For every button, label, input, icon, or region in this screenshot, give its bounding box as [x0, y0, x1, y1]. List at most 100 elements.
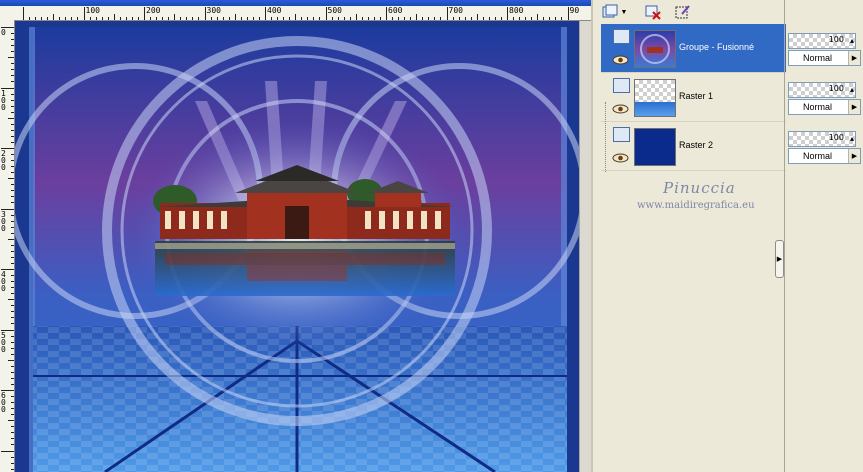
canvas-window: 100 200 300 400 500 600 700 800 90 0 1 0 0 2 0 0 3 … [0, 0, 591, 472]
ruler-tick [11, 123, 14, 125]
ruler-tick [11, 184, 14, 186]
slider-arrow-icon[interactable]: ▴ [850, 134, 854, 143]
opacity-value: 100 [828, 35, 844, 44]
ruler-label: 6 0 0 [1, 391, 6, 414]
layer-toggle-icon[interactable] [613, 29, 630, 44]
ruler-label: 800 [509, 6, 524, 15]
blend-mode-select[interactable]: Normal ▶ [788, 50, 861, 66]
ruler-tick [11, 408, 14, 410]
ruler-tick [162, 17, 164, 20]
layer-row-raster-1[interactable]: Raster 1 [601, 73, 786, 122]
layer-row-raster-2[interactable]: Raster 2 [601, 122, 786, 171]
ruler-tick [11, 214, 14, 216]
opacity-slider[interactable]: 100 ▴ [788, 82, 856, 98]
ruler-tick [11, 250, 14, 252]
delete-layer-icon[interactable] [643, 2, 663, 22]
ruler-tick [11, 63, 14, 65]
ruler-tick [482, 17, 484, 20]
ruler-tick [525, 17, 527, 20]
ruler-tick [222, 17, 224, 20]
ruler-tick [11, 75, 14, 77]
ruler-tick [307, 17, 309, 20]
ruler-tick [458, 17, 460, 20]
chevron-down-icon[interactable]: ▼ [619, 2, 629, 22]
ruler-tick [83, 7, 85, 20]
blend-mode-value: Normal [803, 102, 833, 112]
palette-splitter-handle[interactable]: ▶ [775, 240, 784, 278]
ruler-tick [11, 426, 14, 428]
opacity-slider[interactable]: 100 ▴ [788, 131, 856, 147]
horizontal-ruler: 100 200 300 400 500 600 700 800 90 [0, 6, 591, 21]
ruler-tick [11, 414, 14, 416]
ruler-tick [11, 305, 14, 307]
chevron-right-icon[interactable]: ▶ [848, 149, 860, 163]
layers-palette: ▼ Groupe - Fusionné Raster 1 Raster 2 Pi… [591, 0, 863, 472]
ruler-tick [216, 17, 218, 20]
chevron-right-icon[interactable]: ▶ [848, 100, 860, 114]
eye-icon[interactable] [612, 153, 629, 163]
eye-icon[interactable] [612, 55, 629, 65]
ruler-tick [271, 17, 273, 20]
vertical-scrollbar[interactable] [579, 21, 591, 472]
ruler-tick [507, 7, 508, 20]
eye-icon[interactable] [612, 104, 629, 114]
layer-row-groupe[interactable]: Groupe - Fusionné [601, 24, 786, 73]
ruler-tick [11, 317, 14, 319]
ruler-tick [11, 160, 14, 162]
ruler-label: 90 [569, 6, 580, 15]
ruler-tick [470, 17, 472, 20]
ruler-tick [246, 17, 248, 20]
layer-toggle-icon[interactable] [613, 127, 630, 142]
ruler-tick [192, 17, 194, 20]
ruler-tick [537, 14, 539, 20]
ruler-tick [11, 275, 14, 277]
ruler-tick [367, 17, 369, 20]
watermark: Pinuccia www.maidiregrafica.eu [625, 179, 790, 219]
layer-name: Raster 1 [679, 91, 714, 101]
watermark-url: www.maidiregrafica.eu [637, 200, 755, 211]
palette-toolbar: ▼ [593, 0, 863, 24]
slider-arrow-icon[interactable]: ▴ [850, 36, 854, 45]
layer-list: Groupe - Fusionné Raster 1 Raster 2 Pinu… [601, 24, 786, 472]
blend-mode-select[interactable]: Normal ▶ [788, 148, 861, 164]
slider-arrow-icon[interactable]: ▴ [850, 85, 854, 94]
ruler-tick [11, 202, 14, 204]
ruler-tick [567, 7, 569, 20]
ruler-tick [234, 14, 236, 20]
ruler-tick [519, 17, 521, 20]
ruler-tick [113, 14, 115, 20]
ruler-tick [440, 17, 442, 20]
blend-mode-select[interactable]: Normal ▶ [788, 99, 861, 115]
ruler-tick [1, 450, 14, 452]
ruler-tick [11, 347, 14, 349]
opacity-slider[interactable]: 100 ▴ [788, 33, 856, 49]
ruler-tick [319, 17, 321, 20]
ruler-tick [11, 383, 14, 385]
ruler-tick [11, 135, 14, 137]
ruler-tick [47, 17, 49, 20]
ruler-tick [252, 17, 254, 20]
ruler-tick [500, 17, 502, 20]
ruler-label: 3 0 0 [1, 209, 6, 233]
ruler-tick [313, 17, 315, 20]
layer-toggle-icon[interactable] [613, 78, 630, 93]
image-canvas[interactable] [15, 21, 591, 472]
ruler-tick [531, 17, 533, 20]
ruler-tick [11, 402, 14, 404]
ruler-tick [416, 14, 418, 20]
ruler-tick [11, 196, 14, 198]
ruler-tick [392, 17, 394, 20]
ruler-tick [41, 17, 43, 20]
ruler-tick [11, 51, 14, 53]
ruler-label: 300 [206, 6, 221, 15]
new-layer-icon[interactable] [601, 2, 621, 22]
ruler-tick [349, 17, 351, 20]
ruler-tick [301, 17, 303, 20]
ruler-tick [11, 220, 14, 222]
ruler-tick [11, 353, 14, 355]
ruler-tick [11, 129, 14, 131]
ruler-tick [125, 17, 127, 20]
edit-selection-icon[interactable] [673, 2, 693, 22]
ruler-tick [11, 141, 14, 143]
chevron-right-icon[interactable]: ▶ [848, 51, 860, 65]
